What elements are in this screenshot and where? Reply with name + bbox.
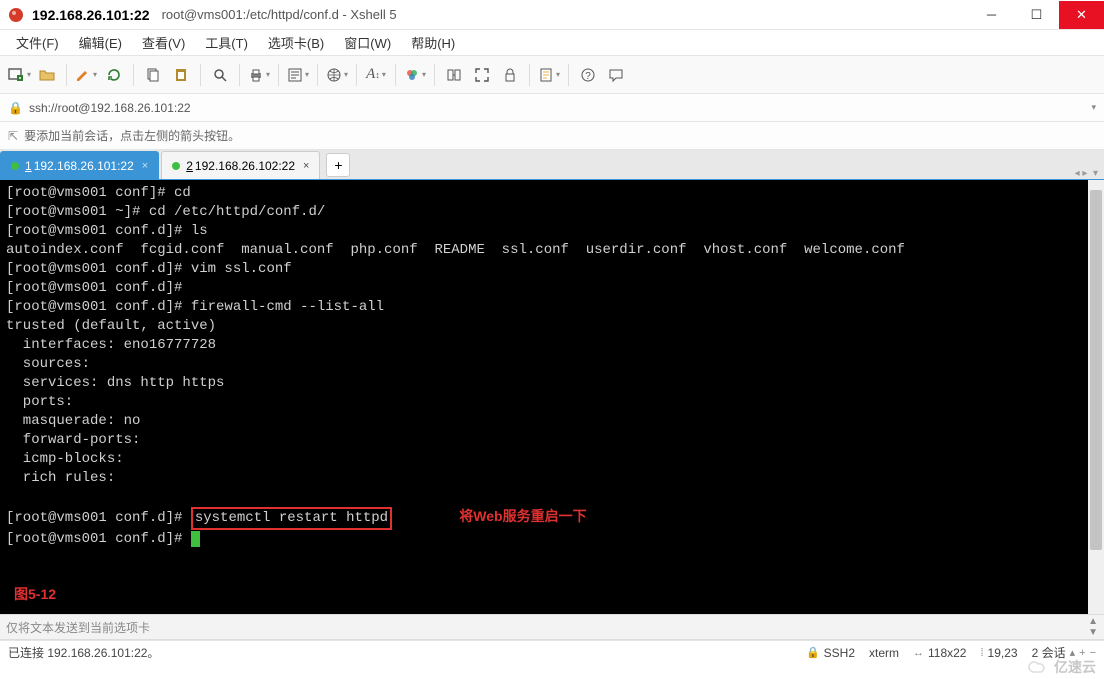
terminal-line: masquerade: no (6, 413, 140, 429)
window-title-path: root@vms001:/etc/httpd/conf.d - Xshell 5 (162, 7, 397, 22)
tab-close-icon[interactable]: × (303, 160, 309, 172)
terminal-line: [root@vms001 conf.d]# ls (6, 223, 208, 239)
help-button[interactable]: ? (575, 61, 601, 89)
status-dot-icon (11, 162, 19, 170)
menu-window[interactable]: 窗口(W) (336, 30, 399, 55)
status-size: ↔118x22 (913, 646, 966, 660)
reconnect-button[interactable] (101, 61, 127, 89)
terminal-line: [root@vms001 conf.d]# vim ssl.conf (6, 261, 292, 277)
new-tab-button[interactable]: + (326, 153, 350, 177)
lock-icon: 🔒 (8, 101, 23, 115)
session-tab-1[interactable]: 1 192.168.26.101:22 × (0, 151, 159, 179)
status-dot-icon (172, 162, 180, 170)
status-connection: 已连接 192.168.26.101:22。 (8, 644, 792, 661)
send-placeholder: 仅将文本发送到当前选项卡 (6, 619, 150, 636)
scrollbar-thumb[interactable] (1090, 190, 1102, 550)
print-button[interactable]: ▾ (246, 61, 272, 89)
maximize-button[interactable]: ☐ (1014, 1, 1059, 29)
font-button[interactable]: A↕▾ (363, 61, 389, 89)
menu-tools[interactable]: 工具(T) (197, 30, 256, 55)
terminal-line: autoindex.conf fcgid.conf manual.conf ph… (6, 242, 905, 258)
open-button[interactable] (34, 61, 60, 89)
terminal-line: [root@vms001 ~]# cd /etc/httpd/conf.d/ (6, 204, 325, 220)
status-protocol: 🔒SSH2 (806, 646, 855, 660)
terminal-view[interactable]: [root@vms001 conf]# cd [root@vms001 ~]# … (0, 180, 1104, 614)
address-bar[interactable]: 🔒 ssh://root@192.168.26.101:22 ▾ (0, 94, 1104, 122)
terminal-line: [root@vms001 conf.d]# (6, 280, 182, 296)
paste-button[interactable] (168, 61, 194, 89)
colors-button[interactable]: ▾ (402, 61, 428, 89)
status-bar: 已连接 192.168.26.101:22。 🔒SSH2 xterm ↔118x… (0, 640, 1104, 664)
lock-icon: 🔒 (806, 646, 820, 659)
edit-button[interactable]: ▾ (73, 61, 99, 89)
address-text: ssh://root@192.168.26.101:22 (29, 101, 191, 115)
status-sessions: 2 会话 ▴ + − (1032, 644, 1096, 661)
terminal-line: ports: (6, 394, 73, 410)
terminal-line: sources: (6, 356, 90, 372)
terminal-line: forward-ports: (6, 432, 140, 448)
fullscreen-button[interactable] (469, 61, 495, 89)
search-button[interactable] (207, 61, 233, 89)
window-title-ip: 192.168.26.101:22 (32, 7, 150, 23)
properties-button[interactable]: ▾ (285, 61, 311, 89)
highlighted-command: systemctl restart httpd (191, 507, 392, 530)
terminal-scrollbar[interactable] (1088, 180, 1104, 614)
session-tab-2[interactable]: 2 192.168.26.102:22 × (161, 151, 320, 179)
tip-text: 要添加当前会话，点击左侧的箭头按钮。 (24, 127, 240, 144)
terminal-line: rich rules: (6, 470, 115, 486)
status-cursor-pos: ⁞19,23 (980, 646, 1017, 660)
address-dropdown-icon[interactable]: ▾ (1091, 102, 1096, 113)
title-bar: 192.168.26.101:22 root@vms001:/etc/httpd… (0, 0, 1104, 30)
menu-file[interactable]: 文件(F) (8, 30, 67, 55)
menu-tabs[interactable]: 选项卡(B) (260, 30, 332, 55)
transfer-button[interactable] (441, 61, 467, 89)
annotation-text: 将Web服务重启一下 (459, 508, 586, 524)
chat-button[interactable] (603, 61, 629, 89)
tab-nav-arrows[interactable]: ◂ ▸ ▾ (1075, 168, 1104, 179)
session-tab-strip: 1 192.168.26.101:22 × 2 192.168.26.102:2… (0, 150, 1104, 180)
tip-bar: ⇱ 要添加当前会话，点击左侧的箭头按钮。 (0, 122, 1104, 150)
cursor-icon (191, 531, 200, 547)
tab-number: 1 (25, 159, 32, 173)
terminal-line: icmp-blocks: (6, 451, 124, 467)
copy-button[interactable] (140, 61, 166, 89)
send-dropdown-icon[interactable]: ▲▼ (1088, 616, 1098, 638)
terminal-line: [root@vms001 conf.d]# firewall-cmd --lis… (6, 299, 384, 315)
status-terminal-type: xterm (869, 646, 899, 660)
window-controls: ─ ☐ ✕ (969, 1, 1104, 29)
menu-edit[interactable]: 编辑(E) (71, 30, 130, 55)
svg-text:?: ? (585, 71, 591, 82)
script-button[interactable]: ▾ (536, 61, 562, 89)
tab-close-icon[interactable]: × (142, 160, 148, 172)
tab-label: 192.168.26.102:22 (195, 159, 295, 173)
position-icon: ⁞ (980, 647, 983, 659)
terminal-line: interfaces: eno16777728 (6, 337, 216, 353)
send-input-bar[interactable]: 仅将文本发送到当前选项卡 ▲▼ (0, 614, 1104, 640)
tab-label: 192.168.26.101:22 (34, 159, 134, 173)
menu-bar: 文件(F) 编辑(E) 查看(V) 工具(T) 选项卡(B) 窗口(W) 帮助(… (0, 30, 1104, 56)
terminal-prompt: [root@vms001 conf.d]# (6, 531, 191, 547)
terminal-prompt: [root@vms001 conf.d]# (6, 510, 191, 526)
tab-number: 2 (186, 159, 193, 173)
menu-help[interactable]: 帮助(H) (403, 30, 463, 55)
tip-arrow-icon[interactable]: ⇱ (8, 129, 18, 143)
terminal-line: [root@vms001 conf]# cd (6, 185, 191, 201)
menu-view[interactable]: 查看(V) (134, 30, 193, 55)
app-icon (8, 7, 24, 23)
resize-icon: ↔ (913, 647, 924, 659)
terminal-line: trusted (default, active) (6, 318, 216, 334)
minimize-button[interactable]: ─ (969, 1, 1014, 29)
terminal-line: services: dns http https (6, 375, 224, 391)
close-button[interactable]: ✕ (1059, 1, 1104, 29)
figure-label: 图5-12 (14, 585, 56, 604)
toolbar: ▾ ▾ ▾ ▾ ▾ A↕▾ ▾ ▾ ? (0, 56, 1104, 94)
lock-button[interactable] (497, 61, 523, 89)
new-session-button[interactable]: ▾ (6, 61, 32, 89)
globe-button[interactable]: ▾ (324, 61, 350, 89)
